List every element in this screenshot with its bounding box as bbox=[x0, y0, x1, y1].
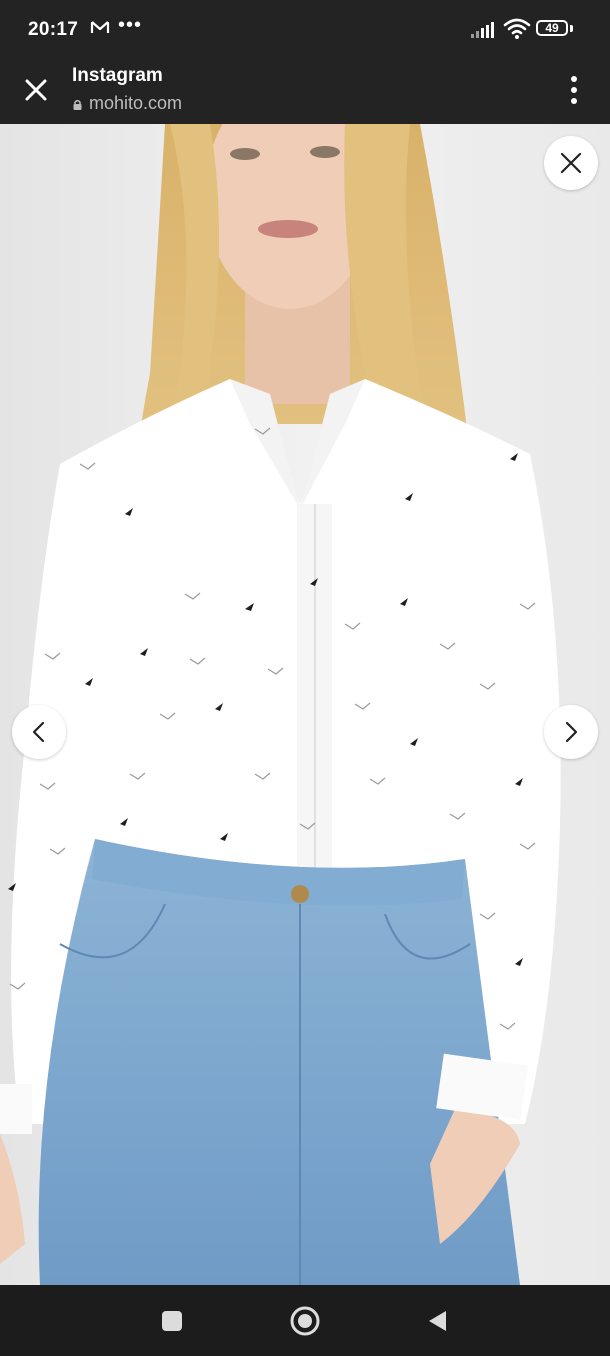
custom-tab-header: Instagram mohito.com bbox=[0, 58, 610, 124]
close-tab-button[interactable] bbox=[22, 76, 50, 104]
menu-dot bbox=[571, 87, 577, 93]
home-icon bbox=[290, 1306, 320, 1336]
menu-dot bbox=[571, 98, 577, 104]
next-image-button[interactable] bbox=[544, 705, 598, 759]
wifi-icon bbox=[503, 18, 531, 45]
page-title: Instagram bbox=[72, 65, 163, 86]
overflow-menu-icon bbox=[571, 76, 577, 82]
navigation-bar bbox=[0, 1285, 610, 1356]
url-bar[interactable]: mohito.com bbox=[72, 93, 182, 114]
status-bar: 20:17 ••• 49 bbox=[0, 0, 610, 58]
product-image bbox=[0, 124, 610, 1285]
chevron-left-icon bbox=[32, 721, 45, 743]
gmail-icon bbox=[90, 19, 110, 40]
close-icon bbox=[25, 79, 47, 101]
more-notifications-icon: ••• bbox=[118, 14, 143, 36]
back-button[interactable] bbox=[426, 1309, 448, 1338]
back-icon bbox=[429, 1311, 446, 1331]
close-icon bbox=[560, 152, 582, 174]
recents-icon bbox=[162, 1311, 182, 1331]
battery-cap bbox=[570, 25, 573, 32]
overflow-menu-button[interactable] bbox=[562, 72, 586, 108]
lock-icon bbox=[73, 99, 82, 110]
recents-button[interactable] bbox=[161, 1310, 183, 1337]
previous-image-button[interactable] bbox=[12, 705, 66, 759]
battery-icon: 49 bbox=[536, 20, 568, 36]
battery-level: 49 bbox=[545, 21, 559, 35]
signal-icon bbox=[470, 21, 498, 44]
close-image-button[interactable] bbox=[544, 136, 598, 190]
status-time: 20:17 bbox=[28, 19, 79, 40]
home-button[interactable] bbox=[289, 1305, 321, 1342]
model-photo bbox=[0, 124, 610, 1285]
url-text: mohito.com bbox=[89, 93, 183, 113]
chevron-right-icon bbox=[565, 721, 578, 743]
